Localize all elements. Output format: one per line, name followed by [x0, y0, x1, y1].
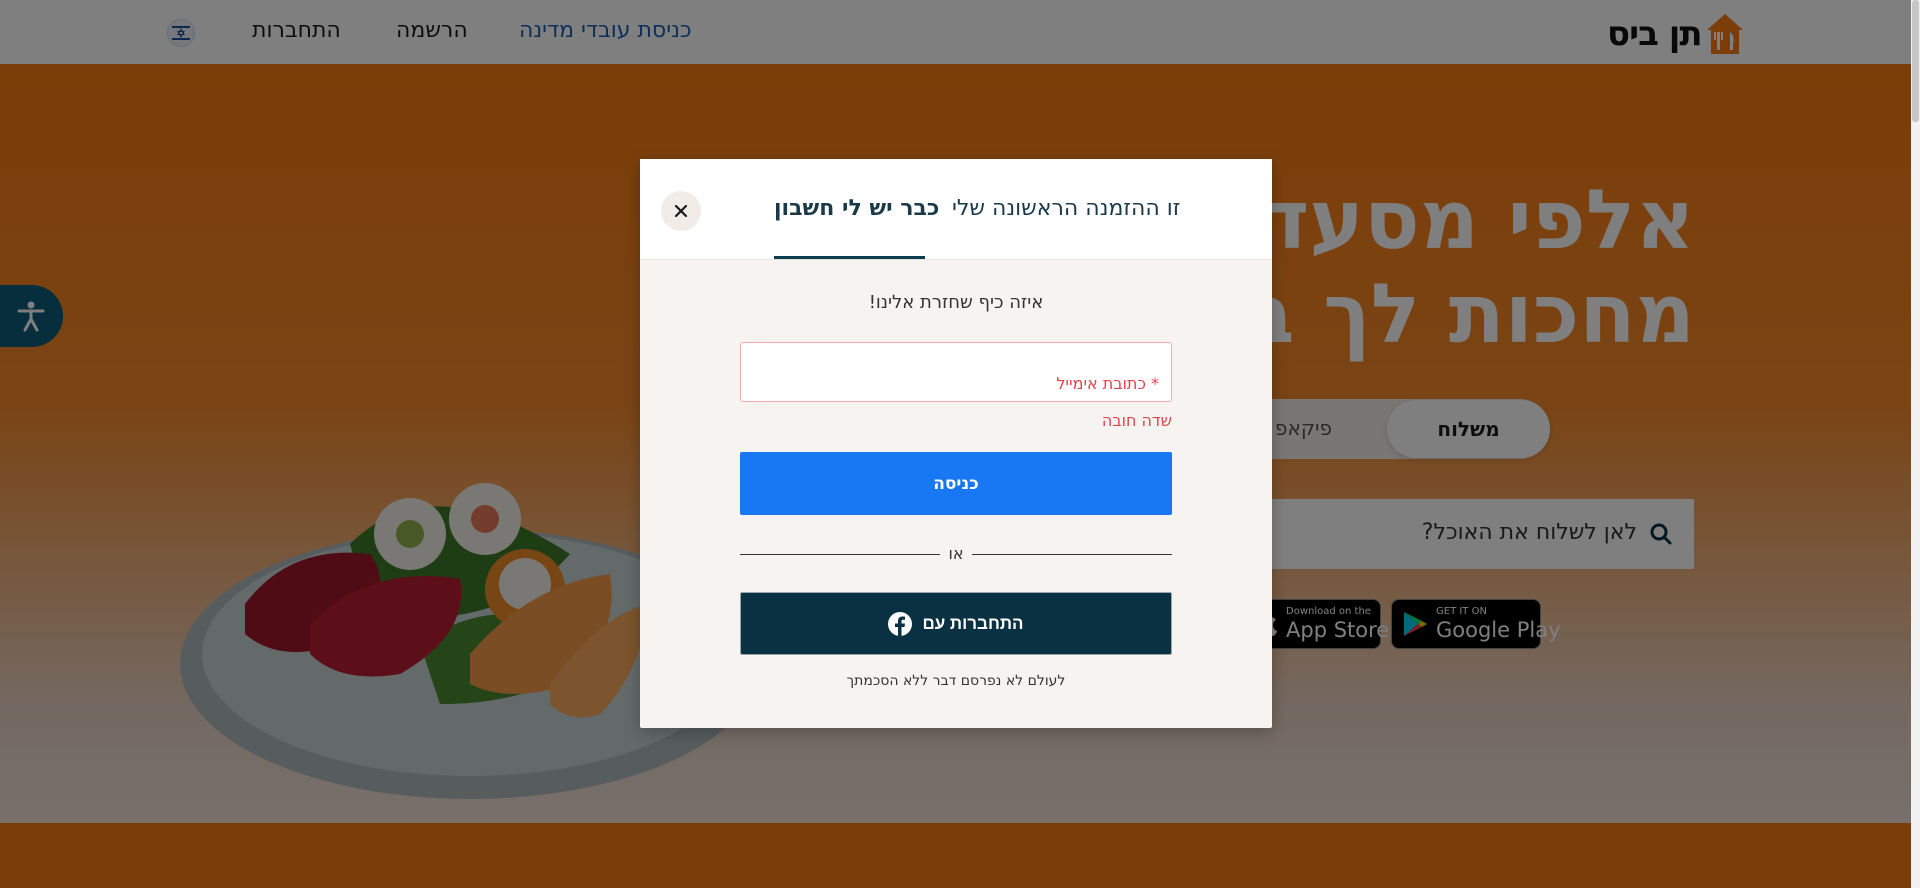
email-required-error: שדה חובה	[1101, 411, 1172, 430]
welcome-message: איזה כיף שחזרת אלינו!	[868, 292, 1044, 313]
facebook-login-label: התחברות עם	[922, 613, 1024, 633]
email-field-label: * כתובת אימייל	[1056, 374, 1159, 393]
close-icon	[674, 204, 688, 218]
facebook-icon	[888, 611, 913, 636]
login-submit-button[interactable]: כניסה	[740, 452, 1172, 515]
tab-first-order[interactable]: זו ההזמנה הראשונה שלי	[952, 196, 1180, 221]
divider-line-right	[972, 554, 1172, 555]
divider-or-text: או	[948, 544, 964, 563]
divider-line-left	[740, 554, 940, 555]
facebook-login-button[interactable]: התחברות עם	[740, 592, 1172, 655]
privacy-note: לעולם לא נפרסם דבר ללא הסכמתך	[846, 673, 1066, 689]
page-scrollbar-thumb[interactable]	[1912, 0, 1919, 122]
email-field[interactable]: * כתובת אימייל	[740, 342, 1172, 402]
tab-have-account[interactable]: כבר יש לי חשבון	[774, 196, 939, 221]
modal-tabs-header: זו ההזמנה הראשונה שלי כבר יש לי חשבון	[640, 159, 1272, 260]
login-modal: זו ההזמנה הראשונה שלי כבר יש לי חשבון אי…	[640, 159, 1272, 728]
close-button[interactable]	[661, 191, 701, 231]
active-tab-indicator	[774, 256, 925, 259]
page-scrollbar-track[interactable]	[1911, 0, 1920, 888]
